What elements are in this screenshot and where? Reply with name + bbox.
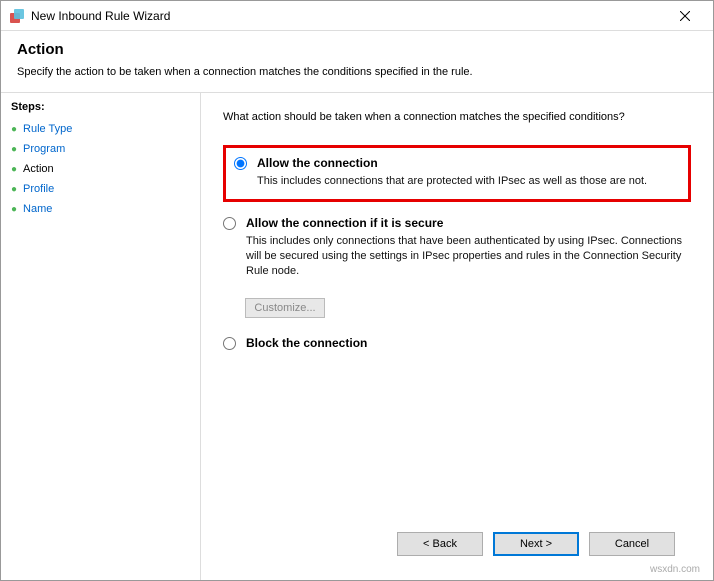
step-program[interactable]: ● Program [11, 139, 190, 159]
step-label[interactable]: Rule Type [23, 123, 72, 135]
watermark: wsxdn.com [650, 564, 700, 575]
next-button[interactable]: Next > [493, 532, 579, 556]
titlebar: New Inbound Rule Wizard [1, 1, 713, 31]
bullet-icon: ● [11, 144, 17, 155]
content-area: What action should be taken when a conne… [201, 93, 713, 580]
step-action: ● Action [11, 159, 190, 179]
cancel-button[interactable]: Cancel [589, 532, 675, 556]
radio-allow-secure[interactable] [223, 217, 236, 230]
question-text: What action should be taken when a conne… [223, 111, 691, 123]
back-button[interactable]: < Back [397, 532, 483, 556]
option-title: Allow the connection [257, 156, 647, 170]
footer-buttons: < Back Next > Cancel [223, 520, 691, 568]
step-profile[interactable]: ● Profile [11, 179, 190, 199]
step-rule-type[interactable]: ● Rule Type [11, 119, 190, 139]
close-button[interactable] [665, 2, 705, 30]
option-block: Block the connection [223, 336, 691, 354]
steps-sidebar: Steps: ● Rule Type ● Program ● Action ● … [1, 93, 201, 580]
radio-block-connection[interactable] [223, 337, 236, 350]
option-allow-secure: Allow the connection if it is secure Thi… [223, 216, 691, 279]
page-subtitle: Specify the action to be taken when a co… [17, 66, 697, 78]
step-name[interactable]: ● Name [11, 199, 190, 219]
step-label[interactable]: Program [23, 143, 65, 155]
header-area: Action Specify the action to be taken wh… [1, 31, 713, 93]
customize-button: Customize... [245, 298, 325, 318]
radio-allow-connection[interactable] [234, 157, 247, 170]
steps-heading: Steps: [11, 101, 190, 113]
step-label[interactable]: Name [23, 203, 52, 215]
body-area: Steps: ● Rule Type ● Program ● Action ● … [1, 93, 713, 580]
step-label[interactable]: Profile [23, 183, 54, 195]
step-label: Action [23, 163, 54, 175]
option-desc: This includes only connections that have… [246, 234, 691, 279]
page-title: Action [17, 41, 697, 58]
highlighted-option: Allow the connection This includes conne… [223, 145, 691, 202]
window-title: New Inbound Rule Wizard [31, 9, 665, 23]
bullet-icon: ● [11, 164, 17, 175]
bullet-icon: ● [11, 204, 17, 215]
wizard-window: New Inbound Rule Wizard Action Specify t… [0, 0, 714, 581]
option-title: Block the connection [246, 336, 367, 350]
app-icon [9, 8, 25, 24]
option-title: Allow the connection if it is secure [246, 216, 691, 230]
bullet-icon: ● [11, 124, 17, 135]
option-desc: This includes connections that are prote… [257, 174, 647, 189]
bullet-icon: ● [11, 184, 17, 195]
